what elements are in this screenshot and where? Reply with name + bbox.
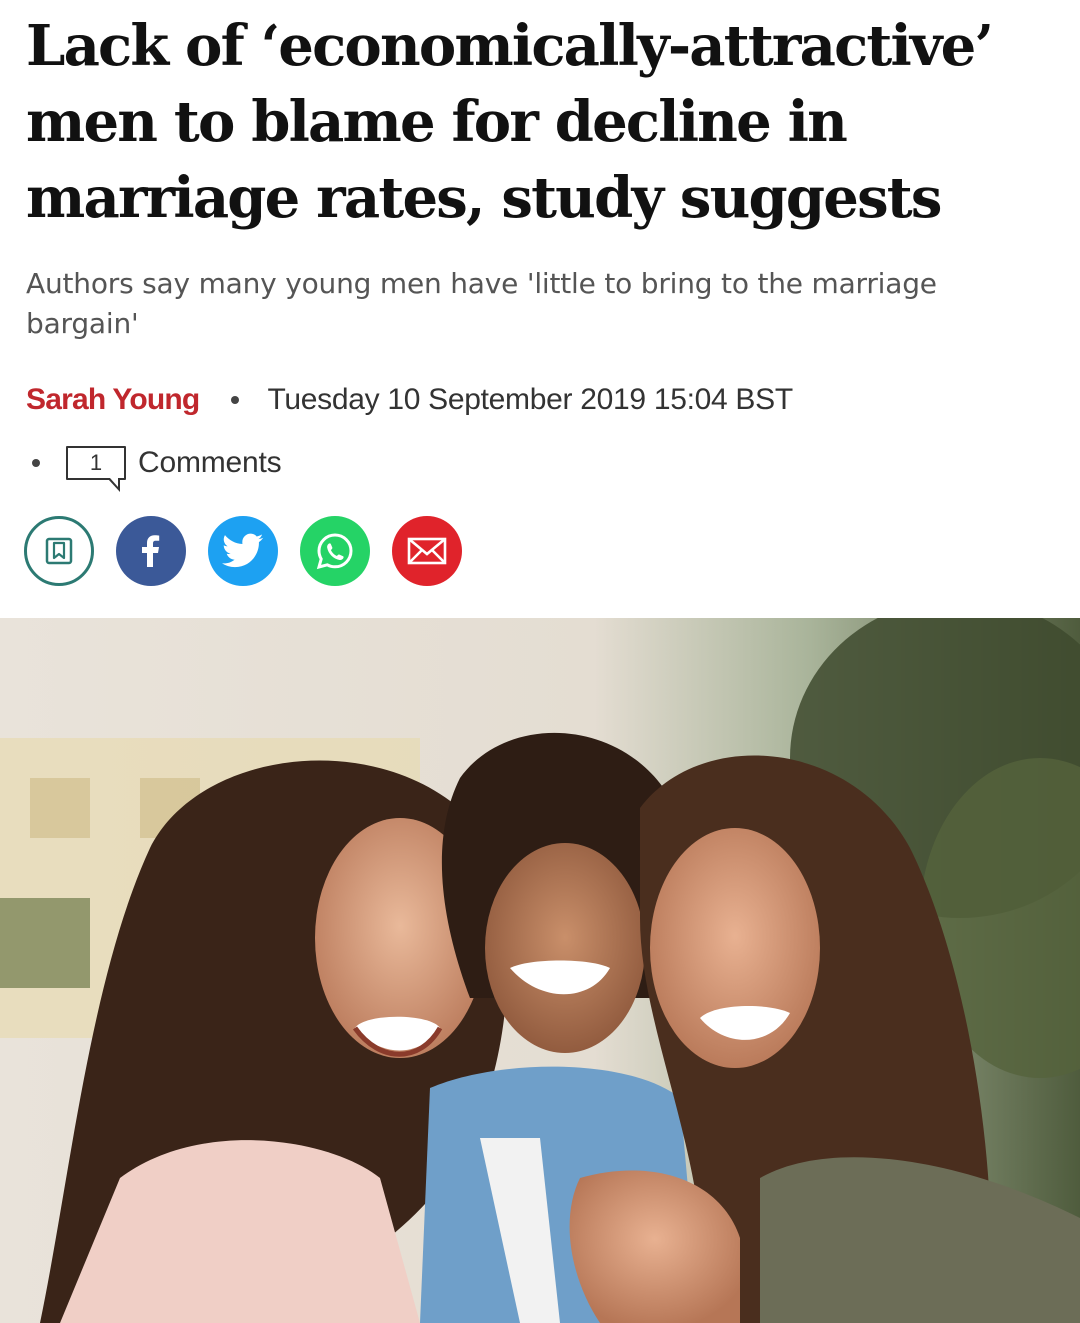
comments-row: 1 Comments <box>26 440 282 492</box>
publish-date: Tuesday 10 September 2019 15:04 BST <box>267 383 793 416</box>
mail-icon <box>407 537 447 565</box>
bookmark-button[interactable] <box>24 516 94 586</box>
standfirst: Authors say many young men have 'little … <box>26 267 937 340</box>
separator-dot <box>231 396 240 404</box>
headline: Lack of ‘economically-attractive’ men to… <box>26 13 994 231</box>
byline: Sarah Young Tuesday 10 September 2019 15… <box>26 380 793 420</box>
hero-photo-illustration <box>0 618 1080 1323</box>
author-link[interactable]: Sarah Young <box>26 383 200 417</box>
comments-link[interactable]: Comments <box>138 446 282 480</box>
facebook-icon <box>142 535 160 567</box>
email-share-button[interactable] <box>392 516 462 586</box>
whatsapp-share-button[interactable] <box>300 516 370 586</box>
bookmark-icon <box>45 537 73 565</box>
comment-count: 1 <box>89 450 103 475</box>
share-bar <box>24 516 462 586</box>
facebook-share-button[interactable] <box>116 516 186 586</box>
comment-count-badge[interactable]: 1 <box>66 446 126 492</box>
twitter-share-button[interactable] <box>208 516 278 586</box>
article: Lack of ‘economically-attractive’ men to… <box>0 0 1080 1323</box>
hero-photo <box>0 618 1080 1323</box>
whatsapp-icon <box>316 533 353 570</box>
twitter-icon <box>222 533 264 568</box>
separator-dot <box>32 459 40 467</box>
